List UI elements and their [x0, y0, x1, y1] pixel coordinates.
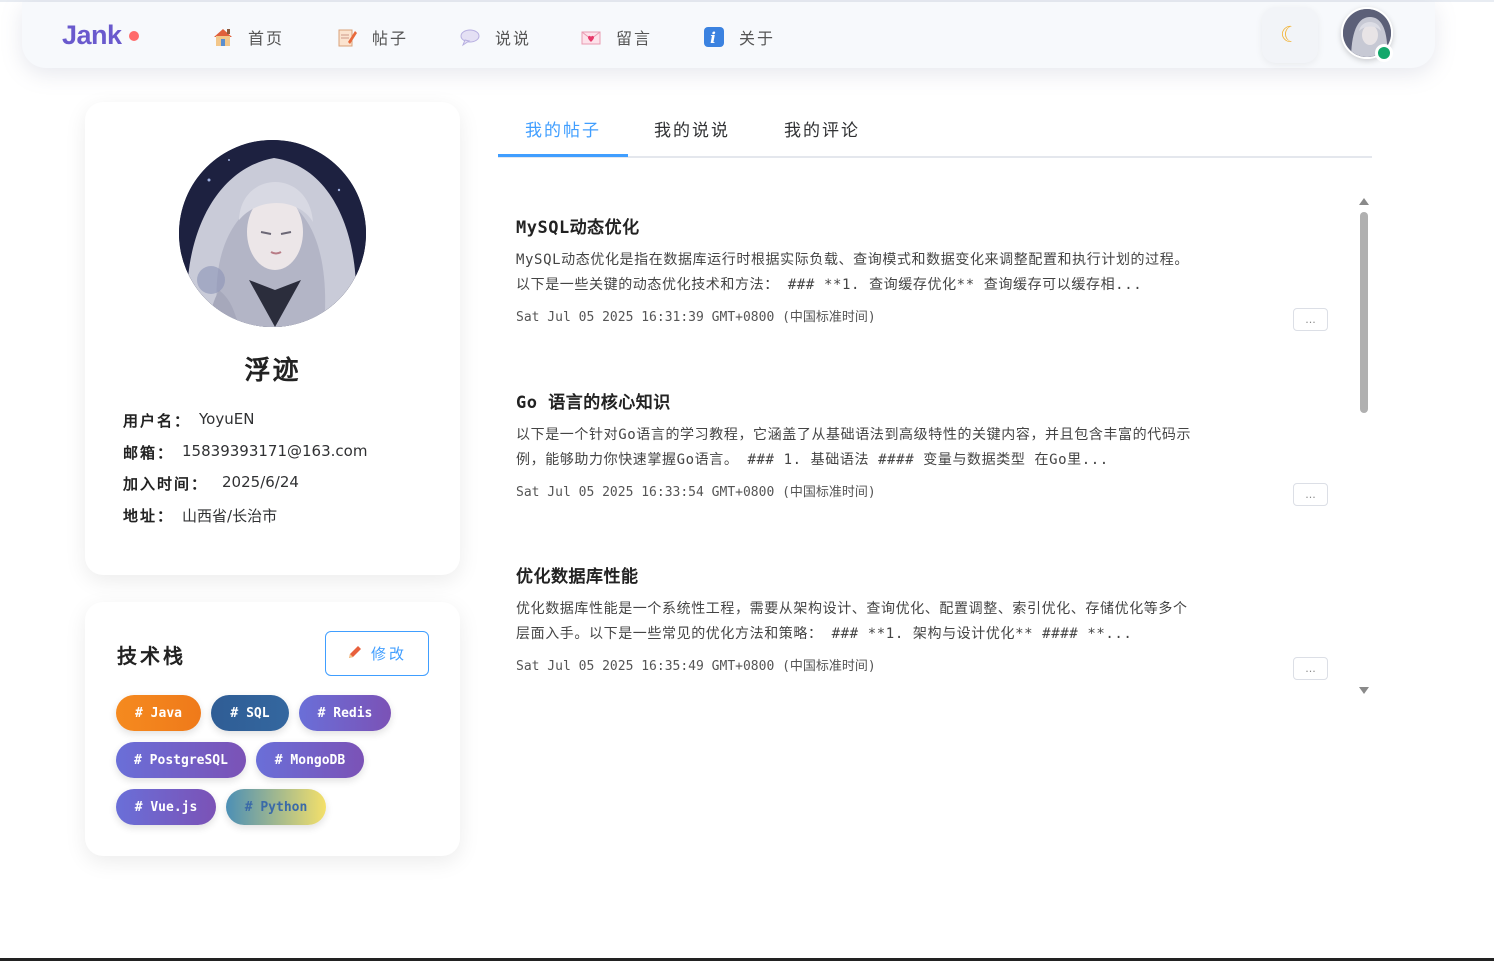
- love-letter-icon: [580, 26, 602, 48]
- tech-stack-title: 技术栈: [117, 644, 186, 668]
- tech-tag-mongodb[interactable]: # MongoDB: [256, 742, 364, 778]
- svg-text:i: i: [710, 29, 718, 47]
- tech-tag-java[interactable]: # Java: [116, 695, 201, 731]
- profile-card: 浮迹 用户名： YoyuEN 邮箱： 15839393171@163.com 加…: [85, 102, 460, 575]
- post-item: MySQL动态优化 MySQL动态优化是指在数据库运行时根据实际负载、查询模式和…: [516, 213, 1328, 331]
- post-title[interactable]: 优化数据库性能: [516, 562, 1328, 587]
- post-excerpt-line: MySQL动态优化是指在数据库运行时根据实际负载、查询模式和数据变化来调整配置和…: [516, 252, 1189, 268]
- tech-tag-python[interactable]: # Python: [226, 789, 326, 825]
- joined-label: 加入时间：: [123, 475, 209, 493]
- scroll-down-arrow-icon[interactable]: [1359, 687, 1369, 694]
- nav-item-label: 首页: [248, 29, 285, 48]
- tech-stack-card: 技术栈 修改 # Java # SQL # Redis # PostgreSQL…: [85, 602, 460, 856]
- tech-tag-postgresql[interactable]: # PostgreSQL: [116, 742, 246, 778]
- nav-item-label: 留言: [616, 29, 653, 48]
- post-excerpt-line: 以下是一个针对Go语言的学习教程，它涵盖了从基础语法到高级特性的关键内容，并且包…: [516, 427, 1192, 443]
- address-label: 地址：: [123, 507, 175, 525]
- post-excerpt-line: 优化数据库性能是一个系统性工程，需要从架构设计、查询优化、配置调整、索引优化、存…: [516, 601, 1188, 617]
- nav-item-label: 说说: [495, 29, 532, 48]
- nav-item-label: 帖子: [372, 29, 409, 48]
- post-timestamp: Sat Jul 05 2025 16:35:49 GMT+0800 (中国标准时…: [516, 659, 876, 674]
- post-excerpt-line: 例，能够助力你快速掌握Go语言。 ### 1. 基础语法 #### 变量与数据类…: [516, 452, 1109, 468]
- memo-icon: [336, 26, 358, 48]
- post-item: Go 语言的核心知识 以下是一个针对Go语言的学习教程，它涵盖了从基础语法到高级…: [516, 388, 1328, 506]
- nav-item-label: 关于: [739, 29, 776, 48]
- house-icon: [212, 26, 234, 48]
- tab-my-moments[interactable]: 我的说说: [654, 116, 730, 141]
- post-timestamp: Sat Jul 05 2025 16:33:54 GMT+0800 (中国标准时…: [516, 485, 876, 500]
- post-excerpt-line: 以下是一些关键的动态优化技术和方法： ### **1. 查询缓存优化** 查询缓…: [516, 277, 1143, 293]
- tab-my-posts[interactable]: 我的帖子: [525, 116, 601, 141]
- joined-value: 2025/6/24: [222, 473, 299, 491]
- profile-name: 浮迹: [244, 356, 301, 386]
- info-row-joined: 加入时间： 2025/6/24: [123, 473, 299, 494]
- email-label: 邮箱：: [123, 444, 175, 462]
- edit-label: 修改: [370, 645, 407, 663]
- email-value: 15839393171@163.com: [182, 442, 368, 460]
- post-timestamp: Sat Jul 05 2025 16:31:39 GMT+0800 (中国标准时…: [516, 310, 876, 325]
- tab-my-comments[interactable]: 我的评论: [784, 116, 860, 141]
- username-value: YoyuEN: [199, 410, 255, 428]
- post-more-button[interactable]: ...: [1293, 657, 1328, 680]
- post-item: 优化数据库性能 优化数据库性能是一个系统性工程，需要从架构设计、查询优化、配置调…: [516, 562, 1328, 680]
- post-title[interactable]: Go 语言的核心知识: [516, 388, 1328, 413]
- post-excerpt-line: 层面入手。以下是一些常见的优化方法和策略： ### **1. 架构与设计优化**…: [516, 626, 1133, 642]
- nav-item-moments[interactable]: 说说: [459, 24, 531, 50]
- pencil-icon: [347, 644, 363, 664]
- post-excerpt: MySQL动态优化是指在数据库运行时根据实际负载、查询模式和数据变化来调整配置和…: [516, 248, 1328, 298]
- content-tabs: 我的帖子 我的说说 我的评论: [498, 100, 1372, 158]
- moon-icon: ☾: [1280, 22, 1300, 48]
- scroll-up-arrow-icon[interactable]: [1359, 198, 1369, 205]
- active-tab-indicator: [498, 154, 628, 157]
- logo-dot: [129, 31, 139, 41]
- site-logo[interactable]: Jank: [62, 20, 122, 51]
- nav-item-posts[interactable]: 帖子: [336, 24, 408, 50]
- post-more-button[interactable]: ...: [1293, 483, 1328, 506]
- speech-bubble-icon: [459, 26, 481, 48]
- profile-avatar: [179, 140, 366, 327]
- nav-item-about[interactable]: i 关于: [703, 24, 775, 50]
- address-value: 山西省/长治市: [182, 507, 278, 525]
- tech-tag-vuejs[interactable]: # Vue.js: [116, 789, 216, 825]
- info-row-username: 用户名： YoyuEN: [123, 410, 254, 431]
- nav-item-home[interactable]: 首页: [212, 24, 284, 50]
- username-label: 用户名：: [123, 412, 192, 430]
- post-excerpt: 优化数据库性能是一个系统性工程，需要从架构设计、查询优化、配置调整、索引优化、存…: [516, 597, 1328, 647]
- post-excerpt: 以下是一个针对Go语言的学习教程，它涵盖了从基础语法到高级特性的关键内容，并且包…: [516, 423, 1328, 473]
- post-more-button[interactable]: ...: [1293, 308, 1328, 331]
- tech-tag-sql[interactable]: # SQL: [211, 695, 289, 731]
- online-status-dot: [1375, 44, 1393, 62]
- theme-toggle-button[interactable]: ☾: [1262, 7, 1318, 63]
- info-row-email: 邮箱： 15839393171@163.com: [123, 442, 367, 463]
- posts-scrollbar[interactable]: [1358, 198, 1370, 694]
- tech-tag-redis[interactable]: # Redis: [299, 695, 391, 731]
- nav-item-messages[interactable]: 留言: [580, 24, 652, 50]
- top-nav-bar: Jank 首页 帖子 说说 留言 i 关于 ☾: [22, 2, 1435, 68]
- edit-tech-stack-button[interactable]: 修改: [325, 631, 429, 676]
- scroll-thumb[interactable]: [1360, 212, 1368, 413]
- info-row-address: 地址： 山西省/长治市: [123, 505, 277, 526]
- info-icon: i: [703, 26, 725, 48]
- post-title[interactable]: MySQL动态优化: [516, 213, 1328, 238]
